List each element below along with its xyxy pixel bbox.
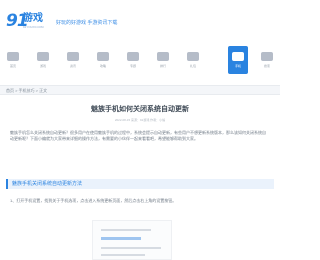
article-intro: 魅族手机怎么关闭系统自动更新？很多用户在使用魅族手机的过程中，系统会提示自动更新… <box>10 130 266 141</box>
nav-item-phone[interactable]: 手机 <box>228 46 248 74</box>
rank-icon <box>157 52 169 61</box>
gamepad-icon <box>37 52 49 61</box>
nav-item-gifts[interactable]: 礼包 <box>184 46 202 74</box>
gift-icon <box>187 52 199 61</box>
nav-label: 礼包 <box>189 64 196 68</box>
nav-item-search[interactable]: 搜索 <box>258 46 276 74</box>
site-logo[interactable]: 91 游戏 91YOUXI.COM <box>6 13 48 33</box>
site-header: 91 游戏 91YOUXI.COM 好玩的好游戏 手游资讯下载 <box>0 0 280 40</box>
logo-text: 游戏 <box>23 13 43 24</box>
nav-item-news[interactable]: 资讯 <box>64 46 82 74</box>
news-icon <box>67 52 79 61</box>
nav-label: 专题 <box>129 64 136 68</box>
nav-label: 游戏 <box>39 64 46 68</box>
section-heading: 魅族手机关闭系统自动更新方法 <box>6 179 274 189</box>
article-meta: 2022-08-15 来源：91游戏 作者：小编 <box>114 118 166 122</box>
page: 91 游戏 91YOUXI.COM 好玩的好游戏 手游资讯下载 首页 游戏 资讯… <box>0 0 280 260</box>
article-title: 魅族手机如何关闭系统自动更新 <box>91 106 189 113</box>
screenshot-line <box>101 254 145 256</box>
article-screenshot <box>92 220 172 260</box>
nav-item-guides[interactable]: 攻略 <box>94 46 112 74</box>
nav-label: 手机 <box>234 64 241 68</box>
section-heading-text: 魅族手机关闭系统自动更新方法 <box>12 181 83 187</box>
site-slogan: 好玩的好游戏 手游资讯下载 <box>56 20 118 26</box>
search-icon <box>261 52 273 61</box>
nav-label: 搜索 <box>263 64 270 68</box>
breadcrumb[interactable]: 首页 > 手机技巧 > 正文 <box>6 87 47 94</box>
nav-item-topics[interactable]: 专题 <box>124 46 142 74</box>
nav-label: 攻略 <box>99 64 106 68</box>
screenshot-line <box>101 229 151 231</box>
topic-icon <box>127 52 139 61</box>
nav-item-home[interactable]: 首页 <box>4 46 22 74</box>
home-icon <box>7 52 19 61</box>
screenshot-line <box>101 247 161 249</box>
nav-label: 资讯 <box>69 64 76 68</box>
phone-icon <box>232 52 244 61</box>
screenshot-highlight <box>101 237 141 240</box>
nav-item-rank[interactable]: 排行 <box>154 46 172 74</box>
logo-subtext: 91YOUXI.COM <box>23 25 44 29</box>
guide-icon <box>97 52 109 61</box>
main-nav: 首页 游戏 资讯 攻略 专题 排行 礼包 手机 搜索 <box>0 46 280 78</box>
nav-item-games[interactable]: 游戏 <box>34 46 52 74</box>
breadcrumb-bar: 首页 > 手机技巧 > 正文 <box>0 85 280 95</box>
nav-label: 排行 <box>159 64 166 68</box>
article-step: 1、打开手机设置，找到关于手机选项，点击进入系统更新页面，然后点击右上角的设置按… <box>10 198 177 203</box>
nav-label: 首页 <box>9 64 16 68</box>
